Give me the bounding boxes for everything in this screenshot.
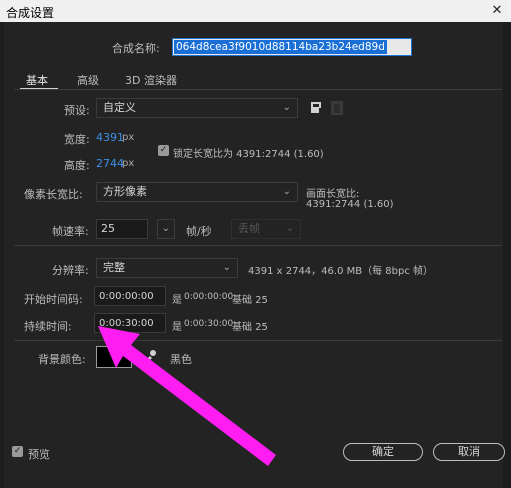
annotation-arrow-shape [98, 326, 276, 466]
annotation-arrow [98, 326, 276, 466]
